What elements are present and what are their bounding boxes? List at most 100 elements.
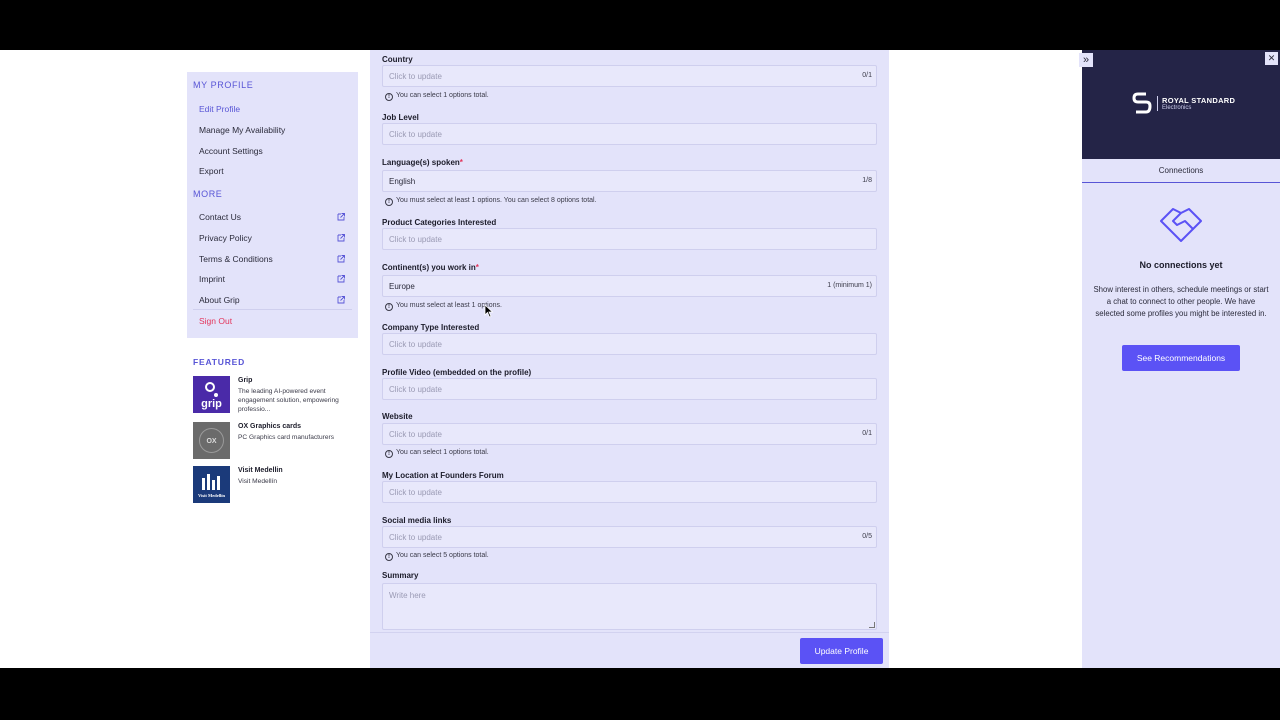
languages-hint-text: You must select at least 1 options. You … — [396, 197, 597, 204]
menu-export[interactable]: Export — [199, 166, 349, 176]
job-level-placeholder: Click to update — [389, 130, 442, 139]
mouse-cursor-icon — [484, 304, 494, 318]
country-count: 0/1 — [862, 72, 872, 79]
website-hint: ! You can select 1 options total. — [385, 449, 489, 458]
product-categories-label: Product Categories Interested — [382, 218, 497, 227]
info-icon: ! — [385, 198, 393, 206]
country-hint: ! You can select 1 options total. — [385, 92, 489, 101]
svg-text:OX: OX — [206, 438, 216, 445]
social-links-hint: ! You can select 5 options total. — [385, 552, 489, 561]
tab-connections[interactable]: Connections — [1082, 159, 1280, 183]
social-links-label: Social media links — [382, 516, 452, 525]
menu-imprint[interactable]: Imprint — [199, 274, 349, 284]
update-profile-button[interactable]: Update Profile — [800, 638, 883, 664]
close-icon[interactable]: ✕ — [1265, 52, 1278, 65]
country-field[interactable]: Click to update 0/1 — [382, 65, 877, 87]
menu-terms[interactable]: Terms & Conditions — [199, 254, 349, 264]
svg-text:grip: grip — [201, 398, 222, 410]
job-level-label: Job Level — [382, 113, 419, 122]
social-links-field[interactable]: Click to update 0/5 — [382, 526, 877, 548]
social-links-hint-text: You can select 5 options total. — [396, 552, 489, 559]
royal-standard-mark-icon — [1132, 92, 1152, 114]
brand-name: ROYAL STANDARD — [1162, 95, 1236, 105]
featured-item-ox[interactable]: OX OX Graphics cards PC Graphics card ma… — [193, 422, 353, 459]
required-marker: * — [459, 158, 463, 167]
summary-textarea[interactable]: Write here — [382, 583, 877, 630]
menu-contact-us[interactable]: Contact Us — [199, 212, 349, 222]
languages-value: English — [389, 177, 416, 186]
menu-manage-availability[interactable]: Manage My Availability — [199, 125, 349, 135]
form-footer: Update Profile — [370, 632, 889, 668]
website-hint-text: You can select 1 options total. — [396, 449, 489, 456]
medellin-logo-icon: Visit Medellín — [193, 466, 230, 503]
continents-field[interactable]: Europe 1 (minimum 1) — [382, 275, 877, 297]
continents-label-text: Continent(s) you work in — [382, 263, 476, 272]
continents-label: Continent(s) you work in* — [382, 263, 479, 272]
languages-hint: ! You must select at least 1 options. You… — [385, 197, 597, 206]
menu-account-settings[interactable]: Account Settings — [199, 146, 349, 156]
country-placeholder: Click to update — [389, 72, 442, 81]
featured-desc: The leading AI-powered event engagement … — [238, 388, 339, 413]
company-type-placeholder: Click to update — [389, 340, 442, 349]
menu-about-grip[interactable]: About Grip — [199, 295, 349, 305]
website-count: 0/1 — [862, 430, 872, 437]
languages-label: Language(s) spoken* — [382, 158, 463, 167]
collapse-panel-button[interactable]: » — [1079, 53, 1093, 67]
location-label: My Location at Founders Forum — [382, 471, 504, 480]
letterbox-bottom — [0, 668, 1280, 720]
website-field[interactable]: Click to update 0/1 — [382, 423, 877, 445]
info-icon: ! — [385, 450, 393, 458]
featured-desc: PC Graphics card manufacturers — [238, 434, 335, 441]
featured-title: Grip — [238, 377, 253, 384]
profile-video-field[interactable]: Click to update — [382, 378, 877, 400]
handshake-icon — [1160, 208, 1202, 242]
product-categories-field[interactable]: Click to update — [382, 228, 877, 250]
continents-count: 1 (minimum 1) — [827, 282, 872, 289]
menu-imprint-label: Imprint — [199, 274, 225, 284]
featured-title: Visit Medellin — [238, 467, 283, 474]
menu-about-grip-label: About Grip — [199, 295, 240, 305]
summary-placeholder: Write here — [389, 591, 426, 600]
profile-video-label: Profile Video (embedded on the profile) — [382, 368, 532, 377]
letterbox-top — [0, 0, 1280, 50]
featured-thumb: Visit Medellín — [193, 466, 230, 503]
external-link-icon — [337, 296, 345, 304]
resize-handle-icon[interactable] — [869, 622, 875, 628]
product-categories-placeholder: Click to update — [389, 235, 442, 244]
external-link-icon — [337, 234, 345, 242]
continents-value: Europe — [389, 282, 415, 291]
see-recommendations-button[interactable]: See Recommendations — [1122, 345, 1240, 371]
external-link-icon — [337, 213, 345, 221]
summary-label: Summary — [382, 571, 419, 580]
menu-divider — [193, 309, 352, 310]
featured-thumb: grip — [193, 376, 230, 413]
sign-out-link[interactable]: Sign Out — [199, 316, 349, 326]
country-hint-text: You can select 1 options total. — [396, 92, 489, 99]
featured-item-grip[interactable]: grip Grip The leading AI-powered event e… — [193, 376, 353, 413]
empty-state-title: No connections yet — [1139, 260, 1223, 270]
my-profile-heading: MY PROFILE — [193, 80, 254, 90]
menu-contact-us-label: Contact Us — [199, 212, 242, 222]
social-links-placeholder: Click to update — [389, 533, 442, 542]
required-marker: * — [475, 263, 479, 272]
profile-menu: MY PROFILE Edit Profile Manage My Availa… — [187, 72, 358, 338]
featured-heading: FEATURED — [193, 357, 246, 367]
featured-title: OX Graphics cards — [238, 423, 302, 430]
languages-field[interactable]: English 1/8 — [382, 170, 877, 192]
featured-desc: Visit Medellín — [238, 478, 278, 485]
menu-privacy-policy[interactable]: Privacy Policy — [199, 233, 349, 243]
country-label: Country — [382, 55, 413, 64]
featured-item-medellin[interactable]: Visit Medellín Visit Medellin Visit Mede… — [193, 466, 353, 503]
external-link-icon — [337, 275, 345, 283]
info-icon: ! — [385, 553, 393, 561]
company-type-field[interactable]: Click to update — [382, 333, 877, 355]
location-field[interactable]: Click to update — [382, 481, 877, 503]
menu-edit-profile[interactable]: Edit Profile — [199, 104, 349, 114]
location-placeholder: Click to update — [389, 488, 442, 497]
info-icon: ! — [385, 303, 393, 311]
languages-count: 1/8 — [862, 177, 872, 184]
job-level-field[interactable]: Click to update — [382, 123, 877, 145]
website-placeholder: Click to update — [389, 430, 442, 439]
menu-privacy-policy-label: Privacy Policy — [199, 233, 252, 243]
sponsor-banner[interactable]: ROYAL STANDARD Electronics — [1082, 50, 1280, 159]
